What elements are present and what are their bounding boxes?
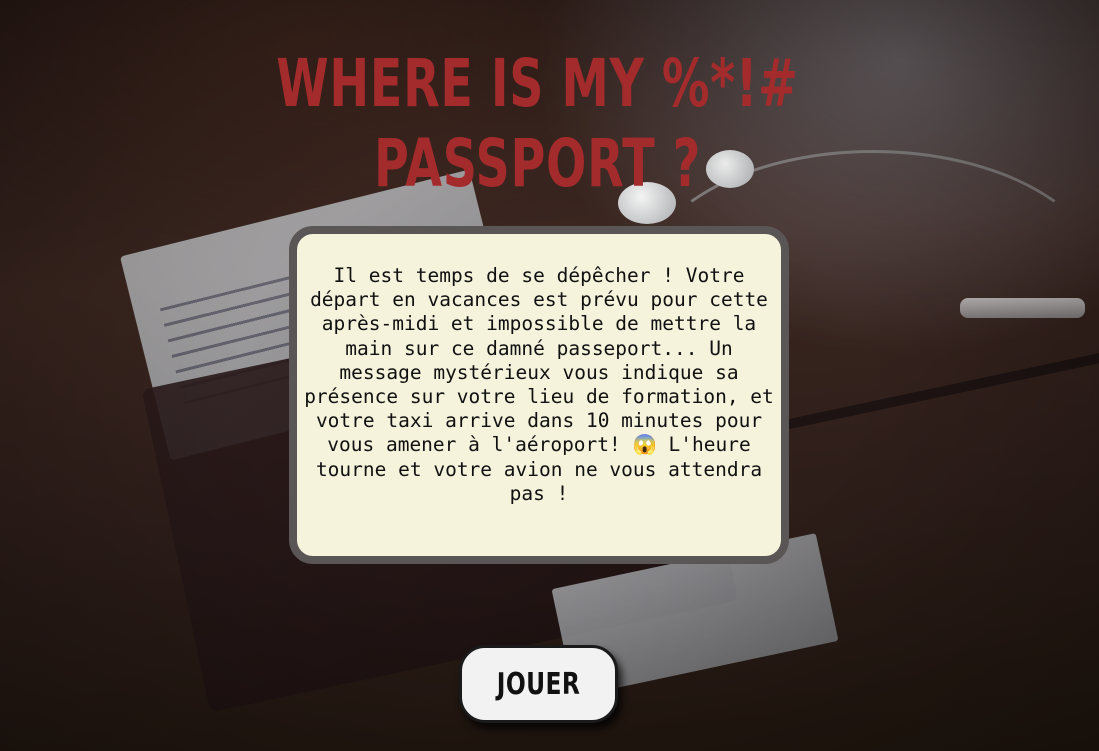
play-button-label: JOUER (496, 666, 581, 702)
play-button[interactable]: JOUER (459, 645, 618, 723)
page-title: WHERE IS MY %*!# PASSPORT ? (276, 45, 799, 202)
story-text: Il est temps de se dépêcher ! Votre dépa… (304, 264, 774, 505)
story-panel: Il est temps de se dépêcher ! Votre dépa… (289, 226, 789, 564)
